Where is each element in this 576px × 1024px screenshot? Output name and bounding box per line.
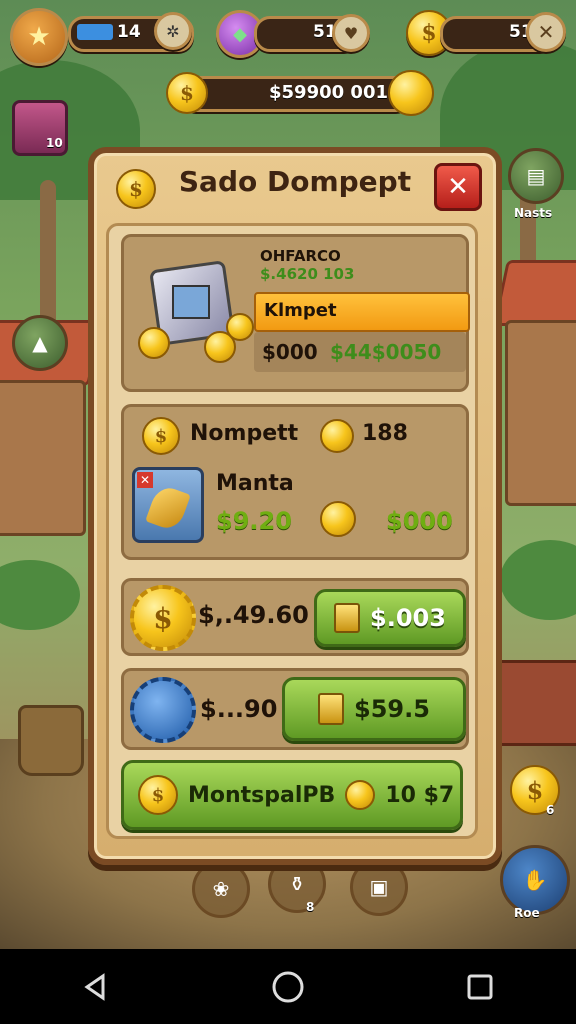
xp-fill (77, 24, 113, 40)
deal-2-button-label: $59.5 (354, 695, 430, 723)
close-button[interactable]: ✕ (434, 163, 482, 211)
footer-small-coin-icon (345, 780, 376, 810)
hut-roof-right (492, 260, 576, 326)
star-icon: ★ (27, 22, 51, 52)
balance-bar: $59900 001 (180, 76, 412, 112)
tent-icon[interactable]: ▲ (12, 315, 68, 371)
wallet-coin-icon: $ (142, 417, 180, 455)
offer-price-new: $44$0050 (330, 340, 442, 364)
deal-1-button-label: $.003 (370, 604, 446, 632)
offer-tag: Klmpet (264, 300, 337, 321)
hut-left (0, 380, 86, 536)
featured-offer-panel[interactable]: OHFARCO $.4620 103 Klmpet $000 $44$0050 (121, 234, 470, 392)
offer-price-row: $000 $44$0050 (254, 332, 466, 372)
footer-value: 10 $7 (385, 782, 455, 808)
deal-2-buy-button[interactable]: $59.5 (282, 677, 466, 741)
bonus-badge: 6 (546, 803, 555, 817)
level-badge[interactable]: ★ (10, 8, 68, 66)
feather-item-icon: ✕ (132, 467, 204, 543)
crate (495, 660, 576, 746)
blue-gear-icon (130, 677, 196, 743)
wallet-row1-label: Nompett (190, 421, 299, 446)
gold-bar-icon (318, 693, 345, 725)
recents-icon[interactable] (460, 967, 500, 1007)
bush-left (0, 560, 80, 630)
wallet-row1-coin-icon (320, 419, 354, 453)
gold-bar-icon (334, 603, 361, 633)
gold-gear-coin-icon: $ (130, 585, 196, 651)
deal-2-panel: $...90 $59.5 (121, 668, 469, 750)
deal-1-buy-button[interactable]: $.003 (314, 589, 466, 647)
wallet-row2-value-right: $000 (386, 507, 453, 535)
flower-icon[interactable]: ❀ (192, 860, 250, 918)
profile-label: Roe (514, 906, 540, 920)
deal-1-panel: $ $,.49.60 $.003 (121, 578, 469, 656)
wallet-row1-value: 188 (362, 421, 408, 446)
treasure-chest-icon (138, 255, 254, 363)
back-icon[interactable] (76, 967, 116, 1007)
wallet-row2-value-left: $9.20 (216, 507, 292, 535)
close-hud-icon[interactable]: ✕ (526, 12, 566, 52)
deal-1-amount: $,.49.60 (198, 601, 309, 629)
deal-2-amount: $...90 (200, 695, 278, 723)
home-icon[interactable] (268, 967, 308, 1007)
potion-badge: 8 (306, 900, 315, 914)
offer-header: OHFARCO (260, 247, 341, 265)
quests-icon[interactable]: ▤ (508, 148, 564, 204)
main-balance: $59900 001 (269, 82, 388, 103)
add-gems-button[interactable]: ♥ (332, 14, 370, 52)
offer-price-old: $000 (262, 340, 318, 364)
quests-label: Nasts (514, 206, 553, 220)
store-modal: $ Sado Dompept ✕ OHFARCO $.4620 103 Klmp… (88, 147, 502, 865)
xp-value: 14 (117, 22, 141, 42)
wallet-row2-label: Manta (216, 471, 294, 496)
footer-label: MontspalPB (188, 782, 336, 808)
wallet-row2-coin-icon (320, 501, 356, 537)
offer-tag-bar: Klmpet (254, 292, 470, 332)
settings-gear-icon[interactable]: ✲ (154, 12, 192, 50)
offer-subheader: $.4620 103 (260, 265, 355, 283)
hut-right (505, 320, 576, 506)
profile-icon[interactable]: ✋ (500, 845, 570, 915)
backpack-icon[interactable]: ▣ (350, 858, 408, 916)
bag-badge: 10 (46, 136, 63, 150)
footer-purchase-button[interactable]: $ MontspalPB 10 $7 (121, 760, 463, 830)
modal-content: OHFARCO $.4620 103 Klmpet $000 $44$0050 … (106, 223, 478, 839)
wallet-panel: $ Nompett 188 ✕ Manta $9.20 $000 (121, 404, 469, 560)
basket (18, 705, 84, 776)
bush-right (500, 540, 576, 620)
balance-coin-icon: $ (166, 72, 208, 114)
add-coins-button[interactable] (388, 70, 434, 116)
footer-coin-icon: $ (138, 775, 178, 815)
android-nav-bar (0, 949, 576, 1024)
